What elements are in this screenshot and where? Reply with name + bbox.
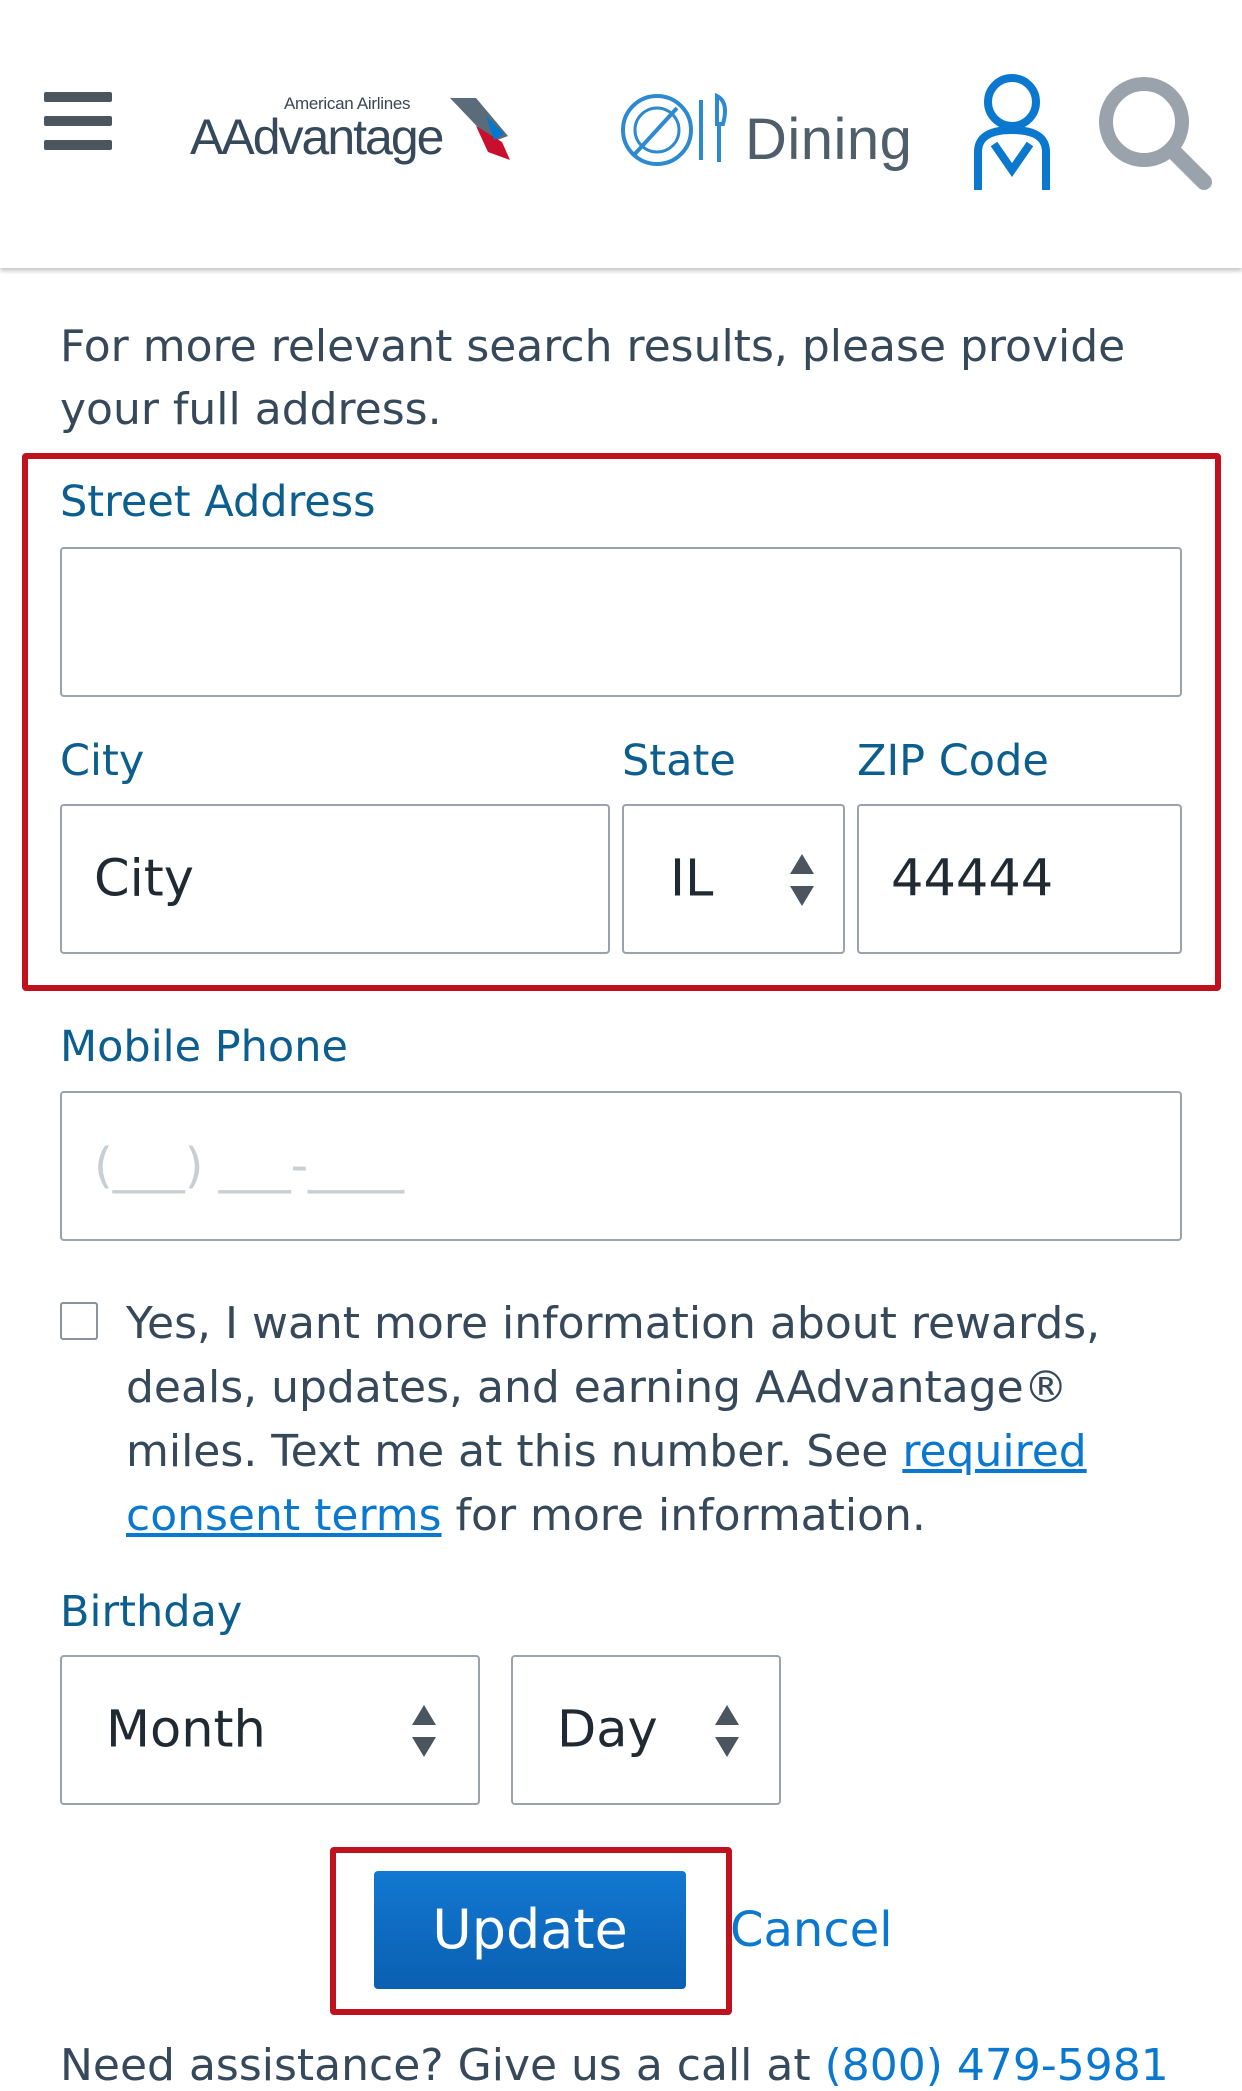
dining-label: Dining [745, 107, 913, 172]
select-arrows-icon [790, 854, 814, 906]
mobile-phone-label: Mobile Phone [60, 1022, 348, 1072]
person-icon[interactable] [972, 72, 1052, 194]
zip-code-input[interactable]: 44444 [857, 804, 1182, 954]
street-address-label: Street Address [60, 477, 376, 527]
consent-text-part-2: for more information. [441, 1490, 926, 1541]
dining-logo[interactable]: Dining [615, 90, 925, 180]
assistance-label: Need assistance? Give us a call at [60, 2040, 825, 2091]
select-arrows-icon [715, 1705, 739, 1757]
birthday-month-select[interactable]: Month [60, 1655, 480, 1805]
mobile-phone-input[interactable]: (___) ___-____ [60, 1091, 1182, 1241]
brand-name: AAdvantage [190, 109, 444, 165]
day-value: Day [557, 1700, 658, 1760]
update-button[interactable]: Update [374, 1871, 686, 1989]
consent-text: Yes, I want more information about rewar… [126, 1292, 1206, 1548]
street-address-input[interactable] [60, 547, 1182, 697]
assistance-text: Need assistance? Give us a call at (800)… [60, 2040, 1220, 2091]
cancel-link[interactable]: Cancel [730, 1902, 893, 1958]
birthday-day-select[interactable]: Day [511, 1655, 781, 1805]
aadvantage-logo[interactable]: American Airlines AAdvantage [190, 90, 530, 170]
birthday-label: Birthday [60, 1587, 243, 1637]
american-airlines-flight-symbol-icon [450, 98, 510, 160]
zip-code-label: ZIP Code [857, 736, 1049, 786]
month-value: Month [106, 1700, 266, 1760]
mobile-phone-placeholder: (___) ___-____ [94, 1138, 405, 1194]
city-input[interactable]: City [60, 804, 610, 954]
city-label: City [60, 736, 145, 786]
state-value: IL [670, 849, 714, 909]
city-value: City [94, 849, 194, 909]
consent-checkbox[interactable] [60, 1302, 98, 1340]
state-select[interactable]: IL [622, 804, 845, 954]
hamburger-menu-icon[interactable] [44, 92, 114, 152]
dining-plate-icon [621, 92, 727, 166]
intro-text: For more relevant search results, please… [60, 321, 1126, 435]
assistance-phone-link[interactable]: (800) 479-5981 [825, 2040, 1169, 2091]
zip-code-value: 44444 [891, 849, 1054, 909]
state-label: State [622, 736, 736, 786]
search-icon[interactable] [1094, 72, 1214, 192]
select-arrows-icon [412, 1705, 436, 1757]
